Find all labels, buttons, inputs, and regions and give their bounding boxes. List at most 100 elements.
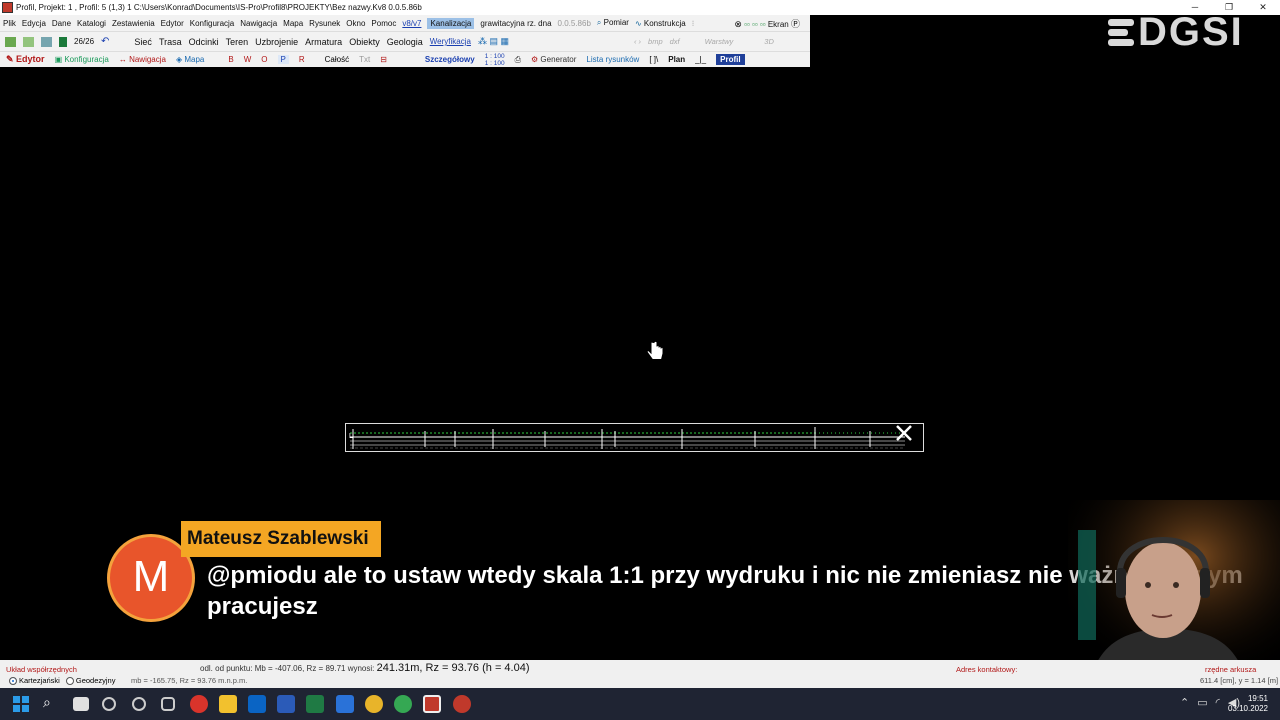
save-icon[interactable]: [59, 36, 67, 47]
menu-okno[interactable]: Okno: [346, 19, 365, 28]
weryfikacja-link[interactable]: Weryfikacja: [430, 37, 471, 46]
dgsi-logo: DGSI: [1108, 12, 1244, 52]
menu-rysunek[interactable]: Rysunek: [309, 19, 340, 28]
nawigacja-label: Nawigacja: [129, 55, 166, 64]
chrome-profile-icon[interactable]: [394, 695, 412, 713]
task-view-icon[interactable]: [73, 697, 89, 711]
search-icon[interactable]: ⌕: [43, 694, 51, 711]
separator-button[interactable]: _|_: [695, 55, 706, 64]
toolbar-teren[interactable]: Teren: [226, 37, 249, 47]
view-b[interactable]: B: [228, 55, 233, 64]
list-icon[interactable]: [41, 36, 52, 47]
word-icon[interactable]: [277, 695, 295, 713]
help-icon[interactable]: Ⓟ: [791, 19, 800, 29]
arkusz-values: 611.4 [cm], y = 1.14 [m]: [1200, 676, 1279, 685]
coord-system-label: Układ współrzędnych: [6, 665, 77, 674]
toolbar-odcinki[interactable]: Odcinki: [189, 37, 219, 47]
view-w[interactable]: W: [244, 55, 252, 64]
red-app-icon[interactable]: [453, 695, 471, 713]
arkusz-label: rzędne arkusza: [1205, 665, 1257, 674]
print-preview-icon[interactable]: ⊟: [380, 55, 387, 64]
title-bar: Profil, Projekt: 1 , Profil: 5 (1,3) 1 C…: [0, 0, 1280, 15]
version-link[interactable]: v8/v7: [402, 19, 421, 28]
toolbar-siec[interactable]: Sieć: [134, 37, 152, 47]
profil-app-icon[interactable]: [423, 695, 441, 713]
plan-button[interactable]: Plan: [668, 55, 685, 64]
menu-dane[interactable]: Dane: [52, 19, 71, 28]
radio-geodezyjny[interactable]: Geodezyjny: [65, 676, 115, 686]
view-r[interactable]: R: [299, 55, 305, 64]
edytor-tab[interactable]: ✎ Edytor: [6, 54, 45, 65]
wynosi-label: wynosi:: [347, 664, 375, 673]
layout-icons[interactable]: ▫▫ ▫▫ ▫▫: [744, 20, 765, 29]
close-button[interactable]: ✕: [1246, 0, 1280, 15]
undo-icon[interactable]: ↶: [101, 36, 109, 47]
calosc-button[interactable]: Całość: [325, 55, 349, 64]
menu-plik[interactable]: Plik: [3, 19, 16, 28]
export-bmp[interactable]: bmp: [648, 37, 663, 46]
object-counter: 26/26: [74, 37, 95, 46]
tools-icons[interactable]: ⁂ ▤ ▦: [478, 36, 509, 47]
profil-button[interactable]: Profil: [716, 54, 745, 65]
konfiguracja-tab[interactable]: ▣ Konfiguracja: [55, 55, 109, 64]
media-icon[interactable]: [132, 697, 146, 711]
menu-pomoc[interactable]: Pomoc: [371, 19, 396, 28]
mode-badge[interactable]: Kanalizacja: [427, 17, 475, 29]
menu-edycja[interactable]: Edycja: [22, 19, 46, 28]
edge-icon[interactable]: [102, 697, 116, 711]
szczegolowy-label[interactable]: Szczegółowy: [425, 55, 475, 64]
lista-rysunkow-button[interactable]: Lista rysunków: [586, 55, 639, 64]
scale-indicator[interactable]: 1 : 100 1 : 100: [485, 53, 505, 67]
wifi-icon[interactable]: ◜: [1216, 696, 1220, 709]
windows-start-icon[interactable]: [13, 696, 29, 712]
tray-chevron-icon[interactable]: ⌃: [1180, 696, 1189, 709]
excel-icon[interactable]: [306, 695, 324, 713]
generator-button[interactable]: ⚙ Generator: [531, 55, 576, 64]
record-app-icon[interactable]: [190, 695, 208, 713]
point-readout: odl. od punktu: Mb = -407.06, Rz = 89.71…: [200, 662, 530, 674]
menu-nawigacja[interactable]: Nawigacja: [240, 19, 277, 28]
menu-zestawienia[interactable]: Zestawienia: [112, 19, 155, 28]
table-icon[interactable]: [23, 36, 34, 47]
toolbar-obiekty[interactable]: Obiekty: [349, 37, 380, 47]
menu-konfiguracja[interactable]: Konfiguracja: [190, 19, 234, 28]
adres-label: Adres kontaktowy:: [956, 665, 1018, 674]
network-icon[interactable]: ▭: [1197, 696, 1207, 709]
menu-edytor[interactable]: Edytor: [161, 19, 184, 28]
mapa-tab[interactable]: ◈ Mapa: [176, 55, 204, 64]
view-p[interactable]: P: [277, 55, 289, 64]
file-explorer-icon[interactable]: [219, 695, 237, 713]
edytor-label: Edytor: [16, 54, 45, 64]
toolbar-armatura[interactable]: Armatura: [305, 37, 342, 47]
clock-date: 03.10.2022: [1227, 704, 1268, 713]
pin-icon[interactable]: ⁝: [692, 19, 695, 28]
txt-button[interactable]: Txt: [359, 55, 370, 64]
arrows-icon[interactable]: ‹ ›: [634, 37, 641, 46]
menu-katalogi[interactable]: Katalogi: [77, 19, 106, 28]
keyboard-icon[interactable]: [161, 697, 175, 711]
app-a-icon[interactable]: [336, 695, 354, 713]
chrome-icon[interactable]: [365, 695, 383, 713]
taskbar-clock[interactable]: 19:51 03.10.2022: [1228, 694, 1268, 714]
menu-mapa[interactable]: Mapa: [283, 19, 303, 28]
taskbar: ⌕ ⌃ ▭ ◜ ◀) 19:51 03.10.2022: [0, 688, 1280, 720]
view-3d-button[interactable]: 3D: [764, 37, 774, 46]
toolbar-uzbrojenie[interactable]: Uzbrojenie: [255, 37, 298, 47]
warstwy-button[interactable]: Warstwy: [705, 37, 734, 46]
grid-icon[interactable]: [5, 36, 16, 47]
profile-drawing[interactable]: L: [345, 423, 925, 453]
stop-icon[interactable]: ⊗: [734, 19, 742, 29]
export-dxf[interactable]: dxf: [670, 37, 680, 46]
toolbar-trasa[interactable]: Trasa: [159, 37, 182, 47]
toolbar-geologia[interactable]: Geologia: [387, 37, 423, 47]
ekran-label[interactable]: Ekran: [768, 20, 789, 29]
konstrukcja-button[interactable]: ∿ Konstrukcja: [635, 19, 686, 28]
radio-kartezjanski[interactable]: Kartezjański: [9, 676, 60, 686]
view-o[interactable]: O: [261, 55, 267, 64]
pomiar-button[interactable]: ⌕ Pomiar: [597, 18, 629, 28]
brackets-button[interactable]: [ ]\: [649, 55, 658, 64]
outlook-icon[interactable]: [248, 695, 266, 713]
printer-icon[interactable]: ⎙: [515, 55, 521, 65]
nawigacja-tab[interactable]: ↔ Nawigacja: [119, 55, 166, 64]
konfiguracja-label: Konfiguracja: [64, 55, 109, 64]
